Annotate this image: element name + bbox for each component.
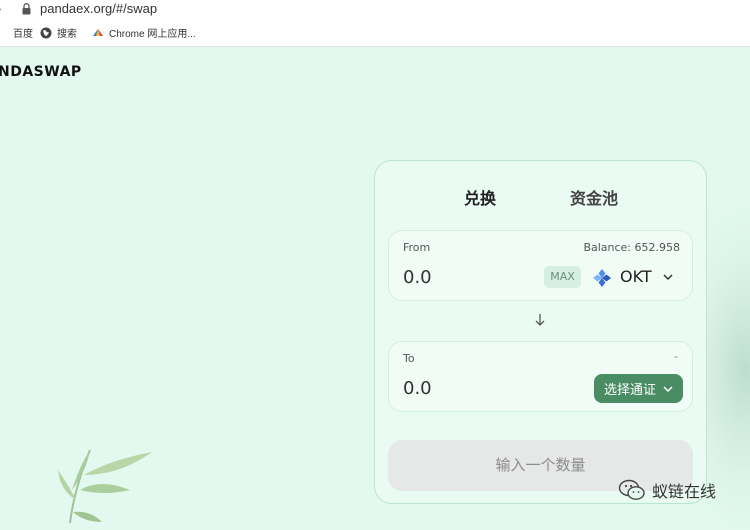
tab-swap[interactable]: 兑换 (464, 185, 496, 209)
to-balance: - (674, 350, 678, 363)
to-panel: To - 0.0 选择通证 (388, 341, 693, 412)
chrome-icon (93, 28, 103, 36)
url-text[interactable]: pandaex.org/#/swap (40, 1, 157, 16)
swap-card: 兑换 资金池 From Balance: 652.958 0.0 MAX OKT… (374, 160, 707, 504)
from-label: From (403, 241, 431, 254)
globe-icon (40, 27, 52, 38)
bookmark-label: 百度 (13, 29, 33, 40)
select-token-label: 选择通证 (604, 383, 657, 398)
max-button[interactable]: MAX (544, 266, 581, 288)
arrow-down-icon[interactable] (534, 313, 546, 327)
bookmarks-bar: 百度 搜索 Chrome 网上应用... (0, 19, 750, 47)
tab-pool[interactable]: 资金池 (570, 185, 618, 209)
chevron-down-icon (663, 386, 673, 393)
wechat-watermark: 蚁链在线 (618, 478, 716, 502)
select-token-button[interactable]: 选择通证 (594, 374, 683, 403)
site-logo[interactable]: NDASWAP (0, 64, 82, 80)
watermark-text: 蚁链在线 (652, 482, 717, 501)
token-symbol[interactable]: OKT (620, 267, 652, 286)
partial-icon: › (0, 1, 1, 16)
wechat-icon (618, 479, 645, 500)
bamboo-leaves-decoration (58, 449, 152, 523)
to-amount-input[interactable]: 0.0 (403, 378, 432, 399)
bookmark-search[interactable]: 搜索 (40, 19, 77, 46)
address-bar[interactable]: › pandaex.org/#/swap (0, 0, 750, 19)
okt-token-icon (593, 269, 611, 287)
from-amount-input[interactable]: 0.0 (403, 267, 432, 288)
bookmark-baidu[interactable]: 百度 (0, 19, 33, 46)
to-label: To (403, 352, 415, 365)
bookmark-chrome-store[interactable]: Chrome 网上应用... (92, 19, 196, 46)
chevron-down-icon[interactable] (663, 273, 673, 281)
from-panel: From Balance: 652.958 0.0 MAX OKT (388, 230, 693, 301)
bookmark-label: 搜索 (57, 29, 77, 40)
bookmark-label: Chrome 网上应用... (109, 29, 196, 40)
lock-icon (22, 3, 31, 15)
from-balance: Balance: 652.958 (583, 241, 680, 254)
